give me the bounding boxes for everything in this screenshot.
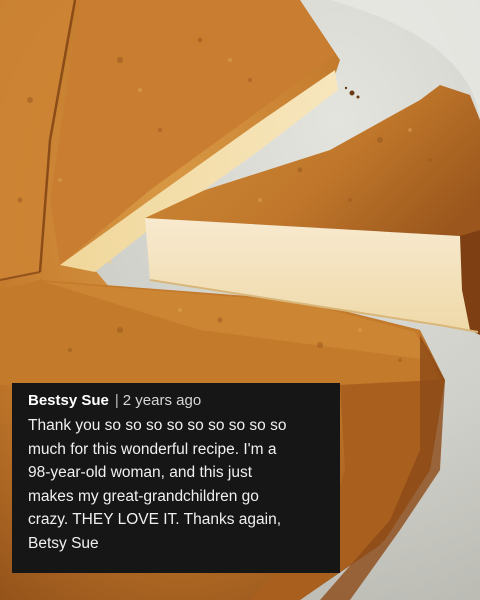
- comment-meta: Bestsy Sue | 2 years ago: [28, 391, 326, 411]
- meta-separator: |: [114, 392, 119, 409]
- comment-author: Bestsy Sue: [28, 392, 109, 409]
- comment-card: Bestsy Sue | 2 years ago Thank you so so s…: [12, 383, 340, 573]
- comment-body-line: Thank you so so so so so so so so so: [28, 417, 287, 434]
- comment-body-line: 98-year-old woman, and this just: [28, 464, 253, 481]
- post-image: Bestsy Sue | 2 years ago Thank you so so s…: [0, 0, 480, 600]
- comment-body-line: much for this wonderful recipe. I'm a: [28, 440, 277, 458]
- comment-body: Thank you so so so so so so so so so muc…: [28, 414, 326, 555]
- comment-body-line: Betsy Sue: [28, 534, 99, 552]
- comment-timestamp: 2 years ago: [122, 392, 202, 409]
- comment-body-line: makes my great-grandchildren go: [28, 487, 259, 505]
- comment-body-line: crazy. THEY LOVE IT. Thanks again,: [28, 511, 281, 528]
